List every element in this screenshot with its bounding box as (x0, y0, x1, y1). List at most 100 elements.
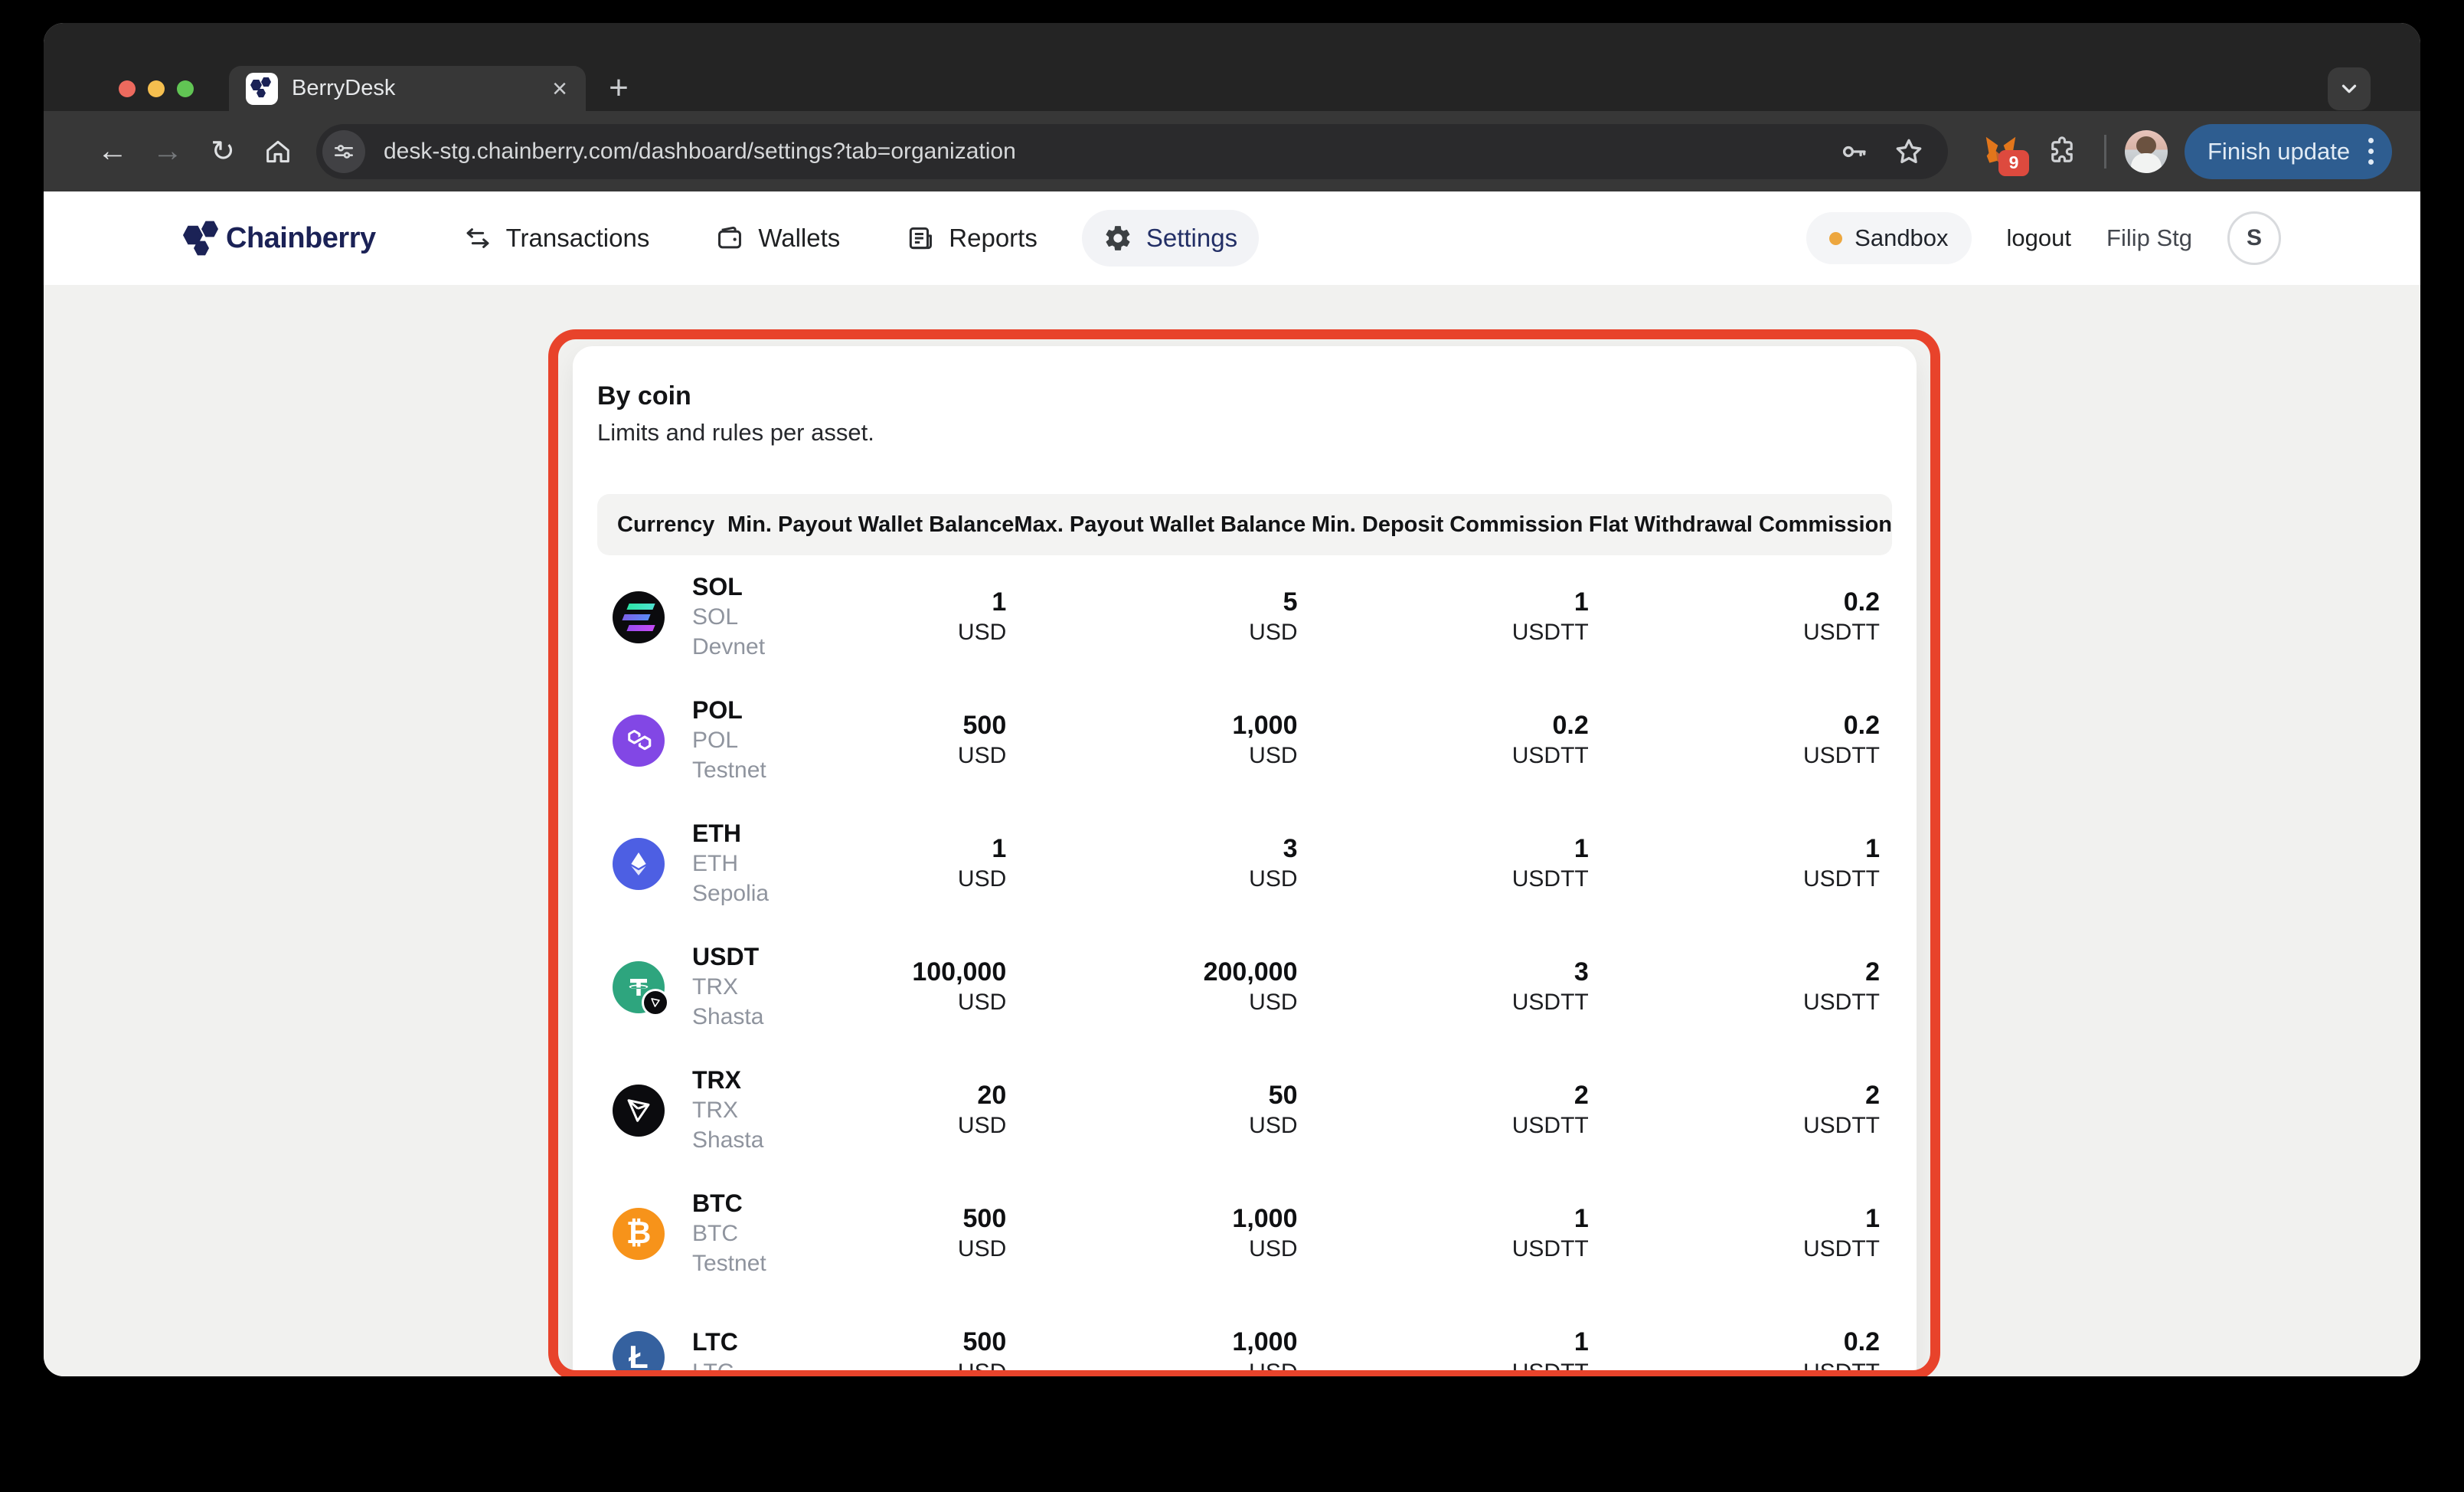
metamask-extension-icon[interactable]: 9 (1983, 135, 2029, 176)
new-tab-button[interactable]: + (600, 70, 638, 109)
value-cell: 5 USD (1018, 587, 1309, 648)
table-body: SOL SOL Devnet 1 USD 5 USD 1 USDTT 0.2 USDTT PO… (597, 555, 1892, 1376)
table-row: USDT TRX Shasta 100,000 USD 200,000 USD 3 USD… (597, 925, 1892, 1049)
reload-icon[interactable]: ↻ (206, 135, 240, 169)
value-cell: 200,000 USD (1018, 957, 1309, 1018)
url-text[interactable]: desk-stg.chainberry.com/dashboard/settin… (384, 139, 1838, 165)
currency-cell: Ł LTC LTC (597, 1327, 738, 1376)
table-row: SOL SOL Devnet 1 USD 5 USD 1 USDTT 0.2 USDTT (597, 555, 1892, 679)
trx-badge (642, 988, 669, 1016)
chrome-profile-avatar[interactable] (2125, 129, 2168, 173)
table-row: TRX TRX Shasta 20 USD 50 USD 2 USDTT 2 USDTT (597, 1049, 1892, 1172)
browser-window: BerryDesk × + ← → ↻ desk-stg.chainberry.… (44, 23, 2420, 1376)
value-amount: 500 (962, 1203, 1007, 1233)
tab-search-chevron-icon[interactable] (2328, 67, 2371, 110)
user-name: Filip Stg (2106, 224, 2192, 251)
table-row: POL POL Testnet 500 USD 1,000 USD 0.2 USDTT 0.… (597, 679, 1892, 802)
trx-icon (613, 1084, 665, 1137)
window-zoom-button[interactable] (177, 80, 194, 97)
value-amount: 0.2 (1843, 587, 1880, 617)
value-unit: USD (1249, 1235, 1298, 1261)
value-cell: 100,000 USD (727, 957, 1018, 1018)
column-header: Min. Payout Wallet Balance (727, 512, 1015, 537)
column-header: Currency (617, 512, 715, 537)
by-coin-card: By coin Limits and rules per asset. Curr… (573, 346, 1917, 1376)
app-header: Chainberry Transactions Wallets Reports Set… (44, 191, 2420, 286)
value-amount: 500 (962, 1327, 1007, 1356)
value-unit: USD (957, 865, 1007, 892)
home-icon[interactable] (261, 135, 295, 169)
value-unit: USD (957, 1235, 1007, 1261)
environment-badge[interactable]: Sandbox (1806, 212, 1972, 264)
value-amount: 200,000 (1203, 957, 1298, 986)
site-settings-tune-icon[interactable] (322, 129, 365, 173)
nav-item-transactions[interactable]: Transactions (442, 210, 672, 267)
value-amount: 1 (1573, 1203, 1589, 1233)
value-cell: 1 USDTT (1310, 1327, 1601, 1377)
main-content: By coin Limits and rules per asset. Curr… (44, 285, 2420, 1376)
table-row: Ł LTC LTC 500 USD 1,000 USD 1 USDTT 0.2 USDTT (597, 1295, 1892, 1376)
chainberry-berry-icon (181, 216, 226, 260)
password-key-icon[interactable] (1838, 136, 1870, 168)
nav-item-settings[interactable]: Settings (1081, 210, 1260, 267)
table-row: ETH ETH Sepolia 1 USD 3 USD 1 USDTT 1 USDTT (597, 802, 1892, 925)
value-amount: 0.2 (1843, 1327, 1880, 1356)
currency-cell: SOL SOL Devnet (597, 572, 765, 662)
logout-link[interactable]: logout (2007, 224, 2071, 252)
section-subtitle: Limits and rules per asset. (597, 419, 874, 446)
value-unit: USD (957, 1112, 1007, 1138)
value-unit: USD (1249, 989, 1298, 1015)
value-unit: USDTT (1511, 742, 1589, 768)
value-unit: USDTT (1803, 1112, 1880, 1138)
reports-icon (906, 224, 935, 253)
value-unit: USD (1249, 865, 1298, 892)
value-amount: 100,000 (912, 957, 1007, 986)
value-amount: 500 (962, 710, 1007, 740)
window-minimize-button[interactable] (148, 80, 165, 97)
tab-strip: BerryDesk × + (44, 23, 2420, 111)
nav-item-wallets[interactable]: Wallets (694, 210, 861, 267)
window-close-button[interactable] (119, 80, 136, 97)
value-unit: USD (1249, 1112, 1298, 1138)
pol-icon (613, 714, 665, 767)
close-tab-icon[interactable]: × (552, 76, 567, 102)
value-unit: USDTT (1803, 1235, 1880, 1261)
value-unit: USD (957, 1359, 1007, 1377)
value-cell: 1,000 USD (1018, 1203, 1309, 1265)
value-unit: USD (957, 989, 1007, 1015)
value-cell: 2 USDTT (1601, 1080, 1892, 1141)
forward-icon[interactable]: → (151, 134, 185, 169)
currency-cell: USDT TRX Shasta (597, 942, 763, 1032)
value-amount: 1,000 (1232, 1203, 1298, 1233)
value-cell: 0.2 USDTT (1601, 1327, 1892, 1377)
column-header: Min. Deposit Commission (1311, 512, 1583, 537)
user-avatar[interactable]: S (2227, 211, 2281, 265)
url-bar[interactable]: desk-stg.chainberry.com/dashboard/settin… (316, 123, 1948, 179)
value-unit: USDTT (1511, 1359, 1589, 1377)
browser-tab[interactable]: BerryDesk × (229, 66, 586, 111)
value-cell: 1 USD (727, 833, 1018, 895)
finish-update-button[interactable]: Finish update (2185, 123, 2393, 179)
value-cell: 0.2 USDTT (1601, 710, 1892, 771)
back-icon[interactable]: ← (96, 134, 129, 169)
finish-update-label: Finish update (2207, 137, 2351, 165)
nav-item-label: Settings (1145, 224, 1238, 252)
environment-label: Sandbox (1855, 224, 1949, 251)
currency-cell: POL POL Testnet (597, 695, 766, 785)
nav-item-reports[interactable]: Reports (884, 210, 1059, 267)
value-cell: 3 USDTT (1310, 957, 1601, 1018)
wallet-icon (715, 224, 744, 253)
value-unit: USDTT (1803, 989, 1880, 1015)
value-amount: 1 (1573, 587, 1589, 617)
screen: BerryDesk × + ← → ↻ desk-stg.chainberry.… (0, 0, 2464, 1492)
value-cell: 0.2 USDTT (1310, 710, 1601, 771)
extensions-puzzle-icon[interactable] (2046, 136, 2078, 168)
nav-item-label: Reports (949, 224, 1038, 252)
chainberry-logo[interactable]: Chainberry (181, 216, 376, 260)
gear-icon (1103, 224, 1132, 253)
value-cell: 0.2 USDTT (1601, 587, 1892, 648)
transactions-icon (463, 224, 492, 253)
bookmark-star-icon[interactable] (1893, 136, 1925, 168)
value-amount: 0.2 (1843, 710, 1880, 740)
browser-menu-kebab-icon[interactable] (2368, 138, 2374, 165)
